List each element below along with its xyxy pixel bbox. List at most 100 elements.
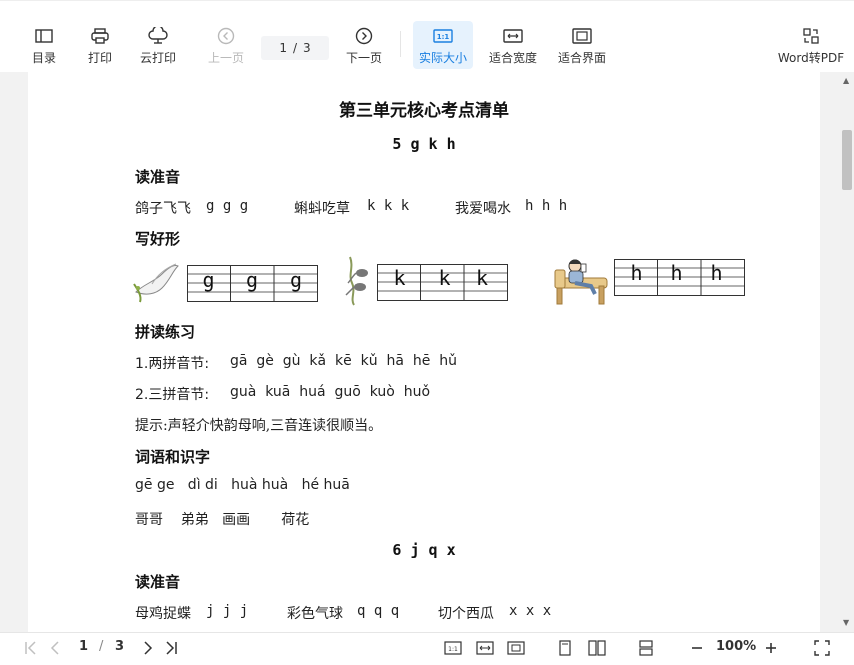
zoom-out-icon[interactable] bbox=[690, 641, 704, 655]
page-total: 3 bbox=[303, 41, 311, 55]
two-syllable-label: 1.两拼音节: bbox=[135, 356, 210, 372]
grid-letter: k bbox=[393, 266, 406, 290]
fit-width-small-icon[interactable] bbox=[476, 641, 494, 655]
actual-size-icon: 1:1 bbox=[433, 27, 453, 45]
read2-line-a-cn: 母鸡捉蝶 bbox=[135, 606, 191, 622]
zoom-level[interactable]: 100% bbox=[716, 639, 756, 654]
bottom-bar: 1 / 3 1:1 100% bbox=[0, 632, 854, 665]
grid-letter: k bbox=[475, 266, 489, 290]
read-line-a-py: g g g bbox=[206, 198, 249, 214]
toolbar: 目录 打印 云打印 上一页 1 / 3 下一页 1:1 实际大小 适合宽度 适合… bbox=[0, 0, 854, 73]
grid-letter: h bbox=[670, 261, 683, 285]
document-page: 第三单元核心考点清单 5 g k h 读准音 鸽子飞飞 g g g 蝌蚪吃草 k… bbox=[28, 72, 820, 632]
print-button[interactable]: 打印 bbox=[86, 21, 114, 69]
printer-icon bbox=[91, 27, 109, 45]
fit-page-icon bbox=[572, 27, 592, 45]
svg-text:1:1: 1:1 bbox=[437, 33, 450, 41]
write-heading: 写好形 bbox=[135, 230, 181, 248]
section-title-gkh: 5 g k h bbox=[392, 135, 456, 153]
read-line-c-py: h h h bbox=[525, 198, 568, 214]
read2-line-c-py: x x x bbox=[509, 603, 552, 619]
actual-size-small-icon[interactable]: 1:1 bbox=[444, 641, 462, 655]
practice-heading: 拼读练习 bbox=[135, 323, 196, 341]
grid-k-letters: k k k bbox=[377, 266, 497, 290]
read-heading: 读准音 bbox=[135, 168, 181, 186]
first-page-icon[interactable] bbox=[24, 641, 38, 655]
prev-page-button[interactable]: 上一页 bbox=[207, 21, 245, 69]
toc-label: 目录 bbox=[31, 51, 56, 65]
words-heading: 词语和识字 bbox=[135, 448, 211, 466]
bottom-page-current: 1 bbox=[79, 639, 89, 654]
read-heading-2: 读准音 bbox=[135, 573, 181, 591]
next-page-button[interactable]: 下一页 bbox=[345, 21, 383, 69]
section-title-jqx: 6 j q x bbox=[392, 541, 456, 559]
document-title: 第三单元核心考点清单 bbox=[339, 101, 509, 121]
cloud-icon bbox=[148, 27, 168, 45]
continuous-scroll-icon[interactable] bbox=[638, 640, 654, 656]
read2-line-c-cn: 切个西瓜 bbox=[438, 606, 494, 622]
words-hanzi: 哥哥 弟弟 画画 荷花 bbox=[135, 512, 310, 528]
grid-letter: g bbox=[289, 268, 303, 292]
fit-page-label: 适合界面 bbox=[557, 51, 606, 65]
convert-icon bbox=[802, 27, 820, 45]
bottom-page-separator: / bbox=[99, 639, 104, 654]
sidebar-icon bbox=[35, 27, 53, 45]
fit-page-small-icon[interactable] bbox=[507, 641, 525, 655]
word-to-pdf-button[interactable]: Word转PDF bbox=[777, 21, 845, 69]
three-syllable-list: guà kuā huá guō kuò huǒ bbox=[230, 384, 431, 400]
toolbar-divider bbox=[400, 31, 401, 57]
bottom-page-total: 3 bbox=[115, 639, 125, 654]
zoom-in-icon[interactable] bbox=[764, 641, 778, 655]
actual-size-label: 实际大小 bbox=[418, 51, 467, 65]
fit-width-button[interactable]: 适合宽度 bbox=[488, 21, 538, 69]
last-page-icon[interactable] bbox=[164, 641, 178, 655]
grid-letter: h bbox=[710, 261, 723, 285]
next-page-label: 下一页 bbox=[345, 51, 382, 65]
cloud-print-label: 云打印 bbox=[139, 51, 176, 65]
pigeon-illustration bbox=[133, 263, 179, 303]
next-circle-icon bbox=[355, 27, 373, 45]
page-current: 1 bbox=[279, 41, 287, 55]
grid-letter: g bbox=[245, 268, 259, 292]
read-line-b-cn: 蝌蚪吃草 bbox=[294, 201, 350, 217]
fit-width-icon bbox=[503, 27, 523, 45]
scrollbar-thumb[interactable] bbox=[842, 130, 852, 190]
svg-text:1:1: 1:1 bbox=[448, 646, 458, 653]
grid-g-letters: g g g bbox=[187, 268, 318, 292]
page-indicator[interactable]: 1 / 3 bbox=[261, 36, 329, 60]
scroll-down-arrow-icon[interactable]: ▼ bbox=[843, 618, 849, 627]
read-line-c-cn: 我爱喝水 bbox=[455, 201, 511, 217]
read2-line-b-cn: 彩色气球 bbox=[287, 606, 343, 622]
prev-circle-icon bbox=[217, 27, 235, 45]
read-line-a-cn: 鸽子飞飞 bbox=[135, 201, 191, 217]
words-pinyin: gē ge dì di huà huà hé huā bbox=[135, 477, 350, 493]
toc-button[interactable]: 目录 bbox=[28, 21, 60, 69]
prev-page-icon[interactable] bbox=[49, 641, 61, 655]
grid-letter: h bbox=[630, 261, 643, 285]
page-separator: / bbox=[292, 41, 298, 55]
two-page-icon[interactable] bbox=[588, 640, 606, 656]
two-syllable-list: gā gè gù kǎ kē kǔ hā hē hǔ bbox=[230, 353, 458, 369]
scroll-up-arrow-icon[interactable]: ▲ bbox=[843, 76, 849, 85]
next-page-icon[interactable] bbox=[142, 641, 154, 655]
vertical-scrollbar[interactable]: ▲ ▼ bbox=[840, 72, 854, 632]
tadpole-illustration bbox=[345, 256, 368, 306]
read2-line-a-py: j j j bbox=[206, 603, 249, 619]
cloud-print-button[interactable]: 云打印 bbox=[139, 21, 177, 69]
grid-letter: k bbox=[438, 266, 451, 290]
read2-line-b-py: q q q bbox=[357, 603, 400, 619]
fit-width-label: 适合宽度 bbox=[488, 51, 537, 65]
document-viewer: 第三单元核心考点清单 5 g k h 读准音 鸽子飞飞 g g g 蝌蚪吃草 k… bbox=[0, 72, 854, 632]
grid-letter: g bbox=[202, 268, 215, 292]
actual-size-button[interactable]: 1:1 实际大小 bbox=[413, 21, 473, 69]
grid-h-letters: h h h bbox=[614, 261, 739, 285]
single-page-icon[interactable] bbox=[558, 640, 572, 656]
tip-line: 提示:声轻介快韵母响,三音连读很顺当。 bbox=[135, 418, 383, 434]
three-syllable-label: 2.三拼音节: bbox=[135, 387, 210, 403]
word-to-pdf-label: Word转PDF bbox=[777, 51, 845, 65]
fit-page-button[interactable]: 适合界面 bbox=[557, 21, 607, 69]
fullscreen-icon[interactable] bbox=[814, 640, 830, 656]
prev-page-label: 上一页 bbox=[207, 51, 244, 65]
print-label: 打印 bbox=[87, 51, 112, 65]
read-line-b-py: k k k bbox=[367, 198, 410, 214]
